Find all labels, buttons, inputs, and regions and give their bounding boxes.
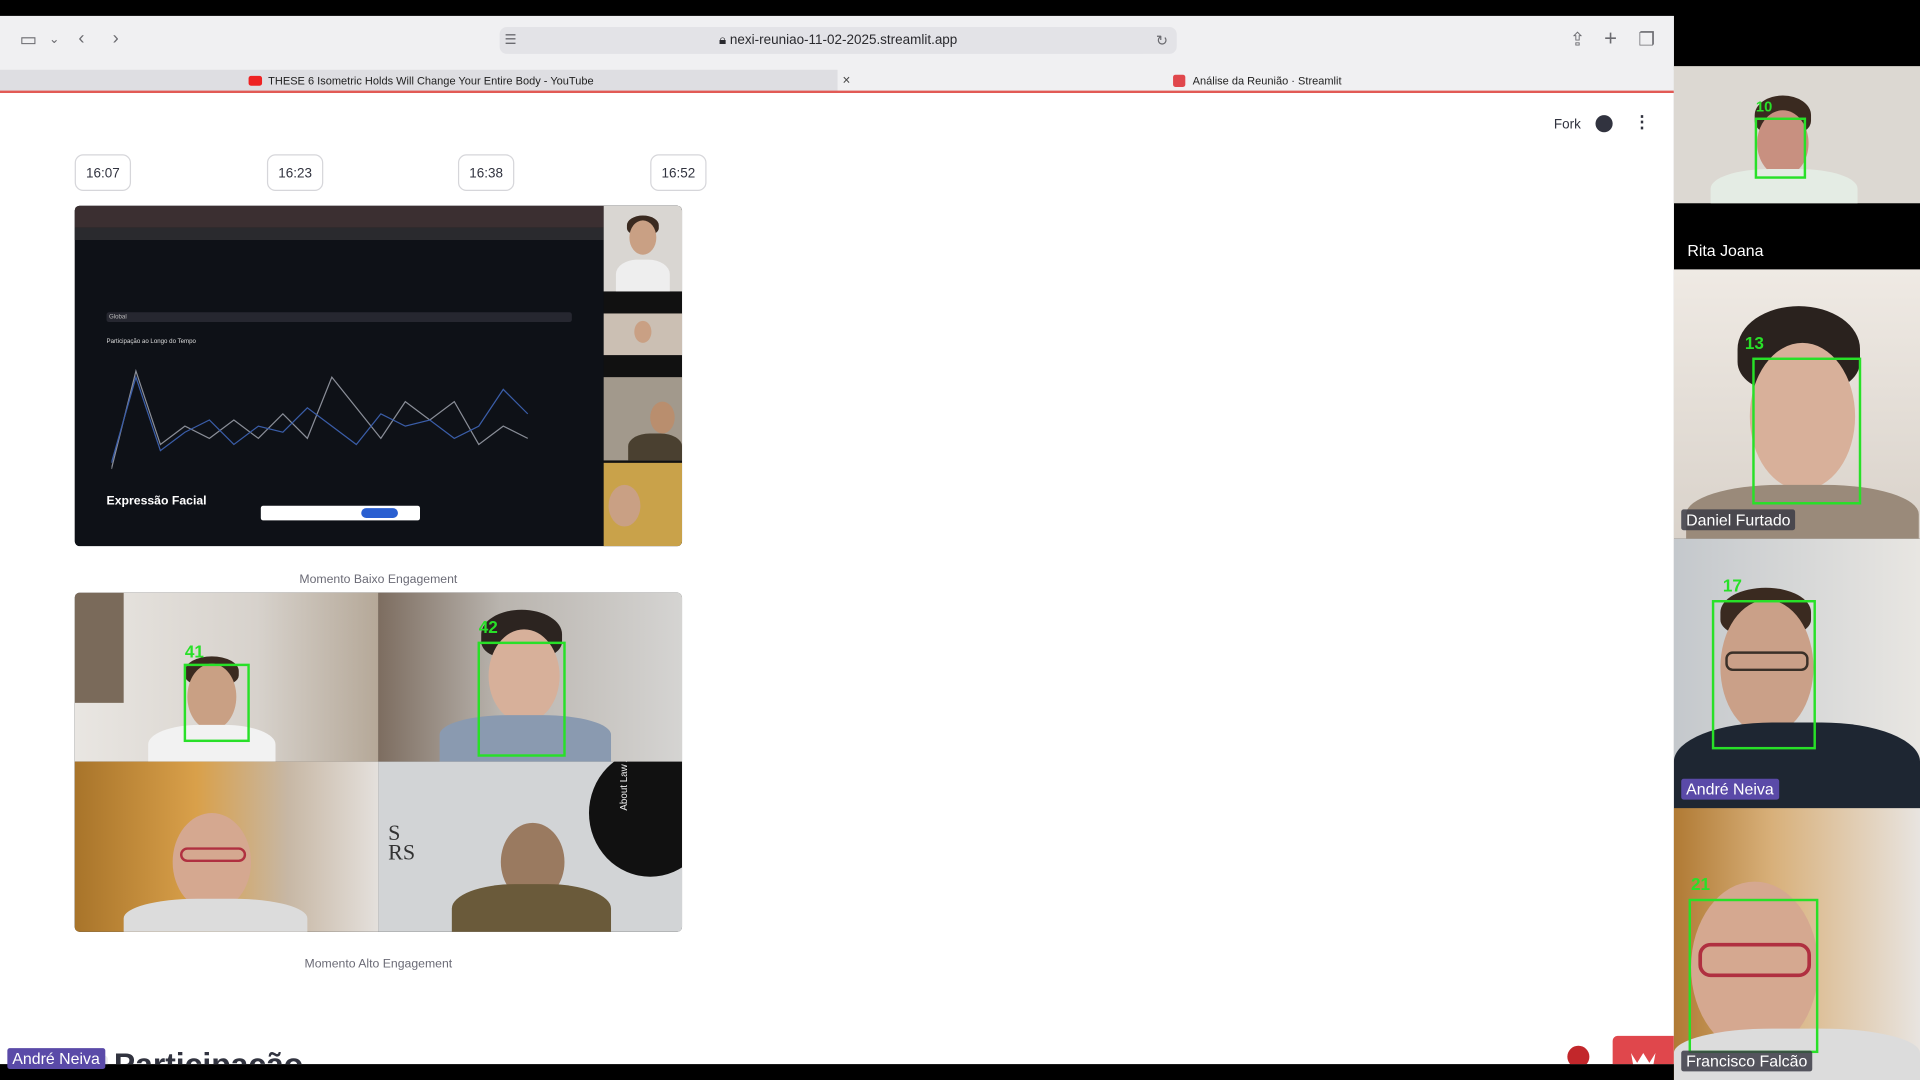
- inner-toast: [260, 505, 421, 521]
- participant-tile-rita[interactable]: 10: [1673, 66, 1920, 204]
- fork-button[interactable]: Fork: [1554, 118, 1581, 133]
- section-heading: Participação: [113, 1045, 304, 1065]
- inner-video-tile: [603, 377, 683, 461]
- streamlit-badge[interactable]: [1612, 1035, 1674, 1065]
- participant-tile-andre[interactable]: 17 André Neiva: [1673, 538, 1920, 809]
- youtube-icon: [248, 75, 263, 86]
- face-detection-box: [477, 641, 566, 757]
- face-id-label: 13: [1744, 333, 1764, 353]
- tab-streamlit[interactable]: Análise da Reunião · Streamlit: [857, 69, 1674, 92]
- github-icon[interactable]: [1595, 115, 1613, 133]
- browser-toolbar: ▭ ⌄ ‹ › ☰ 🔒︎ nexi-reuniao-11-02-2025.str…: [0, 15, 1674, 94]
- time-button-1623[interactable]: 16:23: [266, 154, 324, 192]
- face-id-label: 41: [184, 641, 204, 662]
- face-detection-box: [1752, 357, 1862, 505]
- new-tab-icon[interactable]: +: [1604, 27, 1617, 49]
- participant-tile-daniel[interactable]: 13 Daniel Furtado: [1673, 269, 1920, 539]
- more-menu-icon[interactable]: ⋮: [1633, 111, 1650, 132]
- face-id-label: 21: [1691, 874, 1711, 894]
- inner-toast-button: [361, 508, 398, 518]
- self-name-label: André Neiva: [7, 1048, 105, 1069]
- app-avatar[interactable]: [1567, 1045, 1590, 1065]
- inner-select-value: Global: [108, 313, 127, 321]
- inner-video-tile: [603, 205, 683, 292]
- logo-text: S RS: [388, 820, 416, 865]
- image-caption-low: Momento Baixo Engagement: [299, 573, 458, 587]
- face-detection-box: [183, 663, 250, 743]
- inner-tabbar: [74, 205, 604, 228]
- face-detection-box: [1711, 600, 1816, 750]
- grid-tile-francisco: [74, 761, 379, 932]
- inner-line-chart: [111, 368, 529, 470]
- time-button-1638[interactable]: 16:38: [457, 154, 515, 192]
- reload-icon[interactable]: ↻: [1156, 31, 1168, 51]
- face-id-label: 17: [1722, 575, 1742, 596]
- url-value: nexi-reuniao-11-02-2025.streamlit.app: [729, 33, 958, 48]
- streamlit-crown-icon: [1631, 1053, 1656, 1065]
- time-button-1652[interactable]: 16:52: [650, 154, 707, 192]
- inner-video-tile: [603, 313, 683, 356]
- tab-title: THESE 6 Isometric Holds Will Change Your…: [268, 74, 594, 87]
- inner-addressbar: [74, 227, 604, 241]
- tab-youtube[interactable]: THESE 6 Isometric Holds Will Change Your…: [0, 69, 850, 92]
- browser-window: ▭ ⌄ ‹ › ☰ 🔒︎ nexi-reuniao-11-02-2025.str…: [0, 15, 1674, 1065]
- inner-chart-title: Participação ao Longo do Tempo: [106, 337, 196, 346]
- streamlit-app: Fork ⋮ 16:07 16:23 16:38 16:52 Global Pa…: [0, 93, 1674, 1065]
- face-detection-box: [1754, 117, 1807, 179]
- grid-tile-daniel: 42: [378, 592, 683, 762]
- back-icon[interactable]: ‹: [78, 29, 84, 49]
- participant-name: André Neiva: [1681, 778, 1779, 800]
- close-tab-icon[interactable]: ×: [842, 70, 850, 92]
- participant-name: Francisco Falcão: [1681, 1050, 1813, 1072]
- grid-tile-andre: 41: [74, 592, 379, 762]
- url-text: 🔒︎ nexi-reuniao-11-02-2025.streamlit.app: [500, 27, 1177, 54]
- banner-text: About Law Around People: [618, 762, 629, 811]
- participant-name: Daniel Furtado: [1681, 509, 1796, 531]
- sidebar-toggle-icon[interactable]: ▭: [20, 30, 37, 51]
- face-id-label: 10: [1755, 97, 1773, 116]
- inner-video-tile: [603, 462, 683, 547]
- tab-title: Análise da Reunião · Streamlit: [1192, 74, 1342, 87]
- streamlit-icon: [1173, 74, 1186, 87]
- lock-icon: 🔒︎: [719, 33, 730, 48]
- participant-tile-francisco[interactable]: 21 Francisco Falcão: [1673, 808, 1920, 1080]
- participant-name: Rita Joana: [1687, 241, 1764, 260]
- face-detection-box: [1688, 898, 1819, 1054]
- inner-section-title: Expressão Facial: [106, 494, 207, 509]
- chevron-down-icon[interactable]: ⌄: [49, 31, 59, 51]
- grid-tile-guest: S RS About Law Around People: [378, 761, 683, 932]
- forward-icon[interactable]: ›: [113, 29, 119, 49]
- face-id-label: 42: [478, 617, 498, 637]
- tab-overview-icon[interactable]: ❐: [1638, 30, 1654, 51]
- share-icon[interactable]: ⇪: [1570, 30, 1585, 51]
- inner-select: Global: [106, 312, 572, 323]
- high-engagement-image: 41 42 S RS About Law Around: [74, 592, 683, 932]
- time-button-1607[interactable]: 16:07: [74, 154, 132, 192]
- image-caption-high: Momento Alto Engagement: [304, 957, 453, 972]
- address-bar[interactable]: ☰ 🔒︎ nexi-reuniao-11-02-2025.streamlit.a…: [499, 26, 1177, 54]
- low-engagement-image: Global Participação ao Longo do Tempo Ex…: [74, 205, 683, 547]
- inner-video-column: [603, 205, 683, 547]
